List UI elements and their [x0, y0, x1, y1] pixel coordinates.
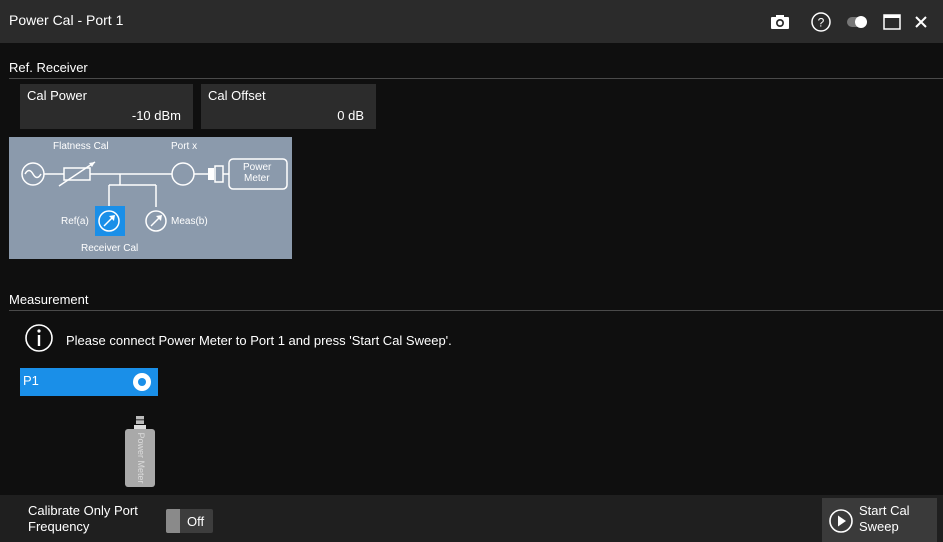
calibration-diagram: Flatness Cal Port x Power Meter Ref(a) M…	[9, 137, 292, 259]
cal-power-field[interactable]: Cal Power -10 dBm	[20, 84, 193, 129]
flatness-cal-label: Flatness Cal	[53, 141, 109, 152]
cal-offset-value: 0 dB	[337, 108, 364, 123]
start-label-line1: Start Cal	[859, 503, 910, 518]
calibrate-label-line1: Calibrate Only Port	[28, 503, 138, 518]
ref-a-label: Ref(a)	[61, 216, 89, 227]
power-meter-text: Power Meter	[136, 432, 146, 483]
measurement-heading: Measurement	[9, 292, 89, 307]
title-bar: Power Cal - Port 1 ?	[0, 0, 943, 43]
info-message: Please connect Power Meter to Port 1 and…	[24, 323, 452, 358]
toggle-value: Off	[187, 514, 205, 529]
cal-power-value: -10 dBm	[131, 108, 181, 123]
cal-power-label: Cal Power	[27, 88, 87, 103]
port-x-label: Port x	[171, 141, 198, 152]
calibrate-only-port-toggle[interactable]: Off	[166, 509, 213, 533]
power-meter-graphic: Power Meter	[123, 416, 157, 489]
power-meter-label-2: Meter	[244, 173, 270, 184]
start-label-line2: Sweep	[859, 519, 899, 534]
play-icon	[828, 508, 854, 539]
window-title: Power Cal - Port 1	[9, 12, 124, 28]
receiver-cal-label: Receiver Cal	[81, 243, 139, 254]
port-label: P1	[23, 373, 39, 388]
meas-b-label: Meas(b)	[171, 216, 208, 227]
maximize-icon[interactable]	[880, 10, 904, 34]
cal-offset-field[interactable]: Cal Offset 0 dB	[201, 84, 376, 129]
camera-icon[interactable]	[768, 10, 792, 34]
calibrate-only-port-label: Calibrate Only Port Frequency	[28, 503, 138, 535]
toggle-icon[interactable]	[845, 10, 869, 34]
port-radio-button[interactable]	[133, 373, 151, 391]
info-icon	[24, 323, 54, 358]
bottom-bar: Calibrate Only Port Frequency Off	[0, 495, 943, 542]
info-text: Please connect Power Meter to Port 1 and…	[66, 332, 452, 348]
ref-receiver-heading: Ref. Receiver	[9, 60, 88, 75]
svg-text:?: ?	[818, 16, 825, 30]
start-cal-sweep-button[interactable]: Start Cal Sweep	[822, 498, 937, 542]
close-icon[interactable]	[909, 10, 933, 34]
cal-offset-label: Cal Offset	[208, 88, 266, 103]
help-icon[interactable]: ?	[809, 10, 833, 34]
port-p1-selector[interactable]: P1	[20, 368, 158, 396]
start-cal-sweep-label: Start Cal Sweep	[859, 503, 910, 535]
section-divider	[9, 310, 943, 311]
section-divider	[9, 78, 943, 79]
calibrate-label-line2: Frequency	[28, 519, 90, 534]
toggle-knob	[166, 509, 180, 533]
power-meter-label-1: Power	[243, 162, 272, 173]
